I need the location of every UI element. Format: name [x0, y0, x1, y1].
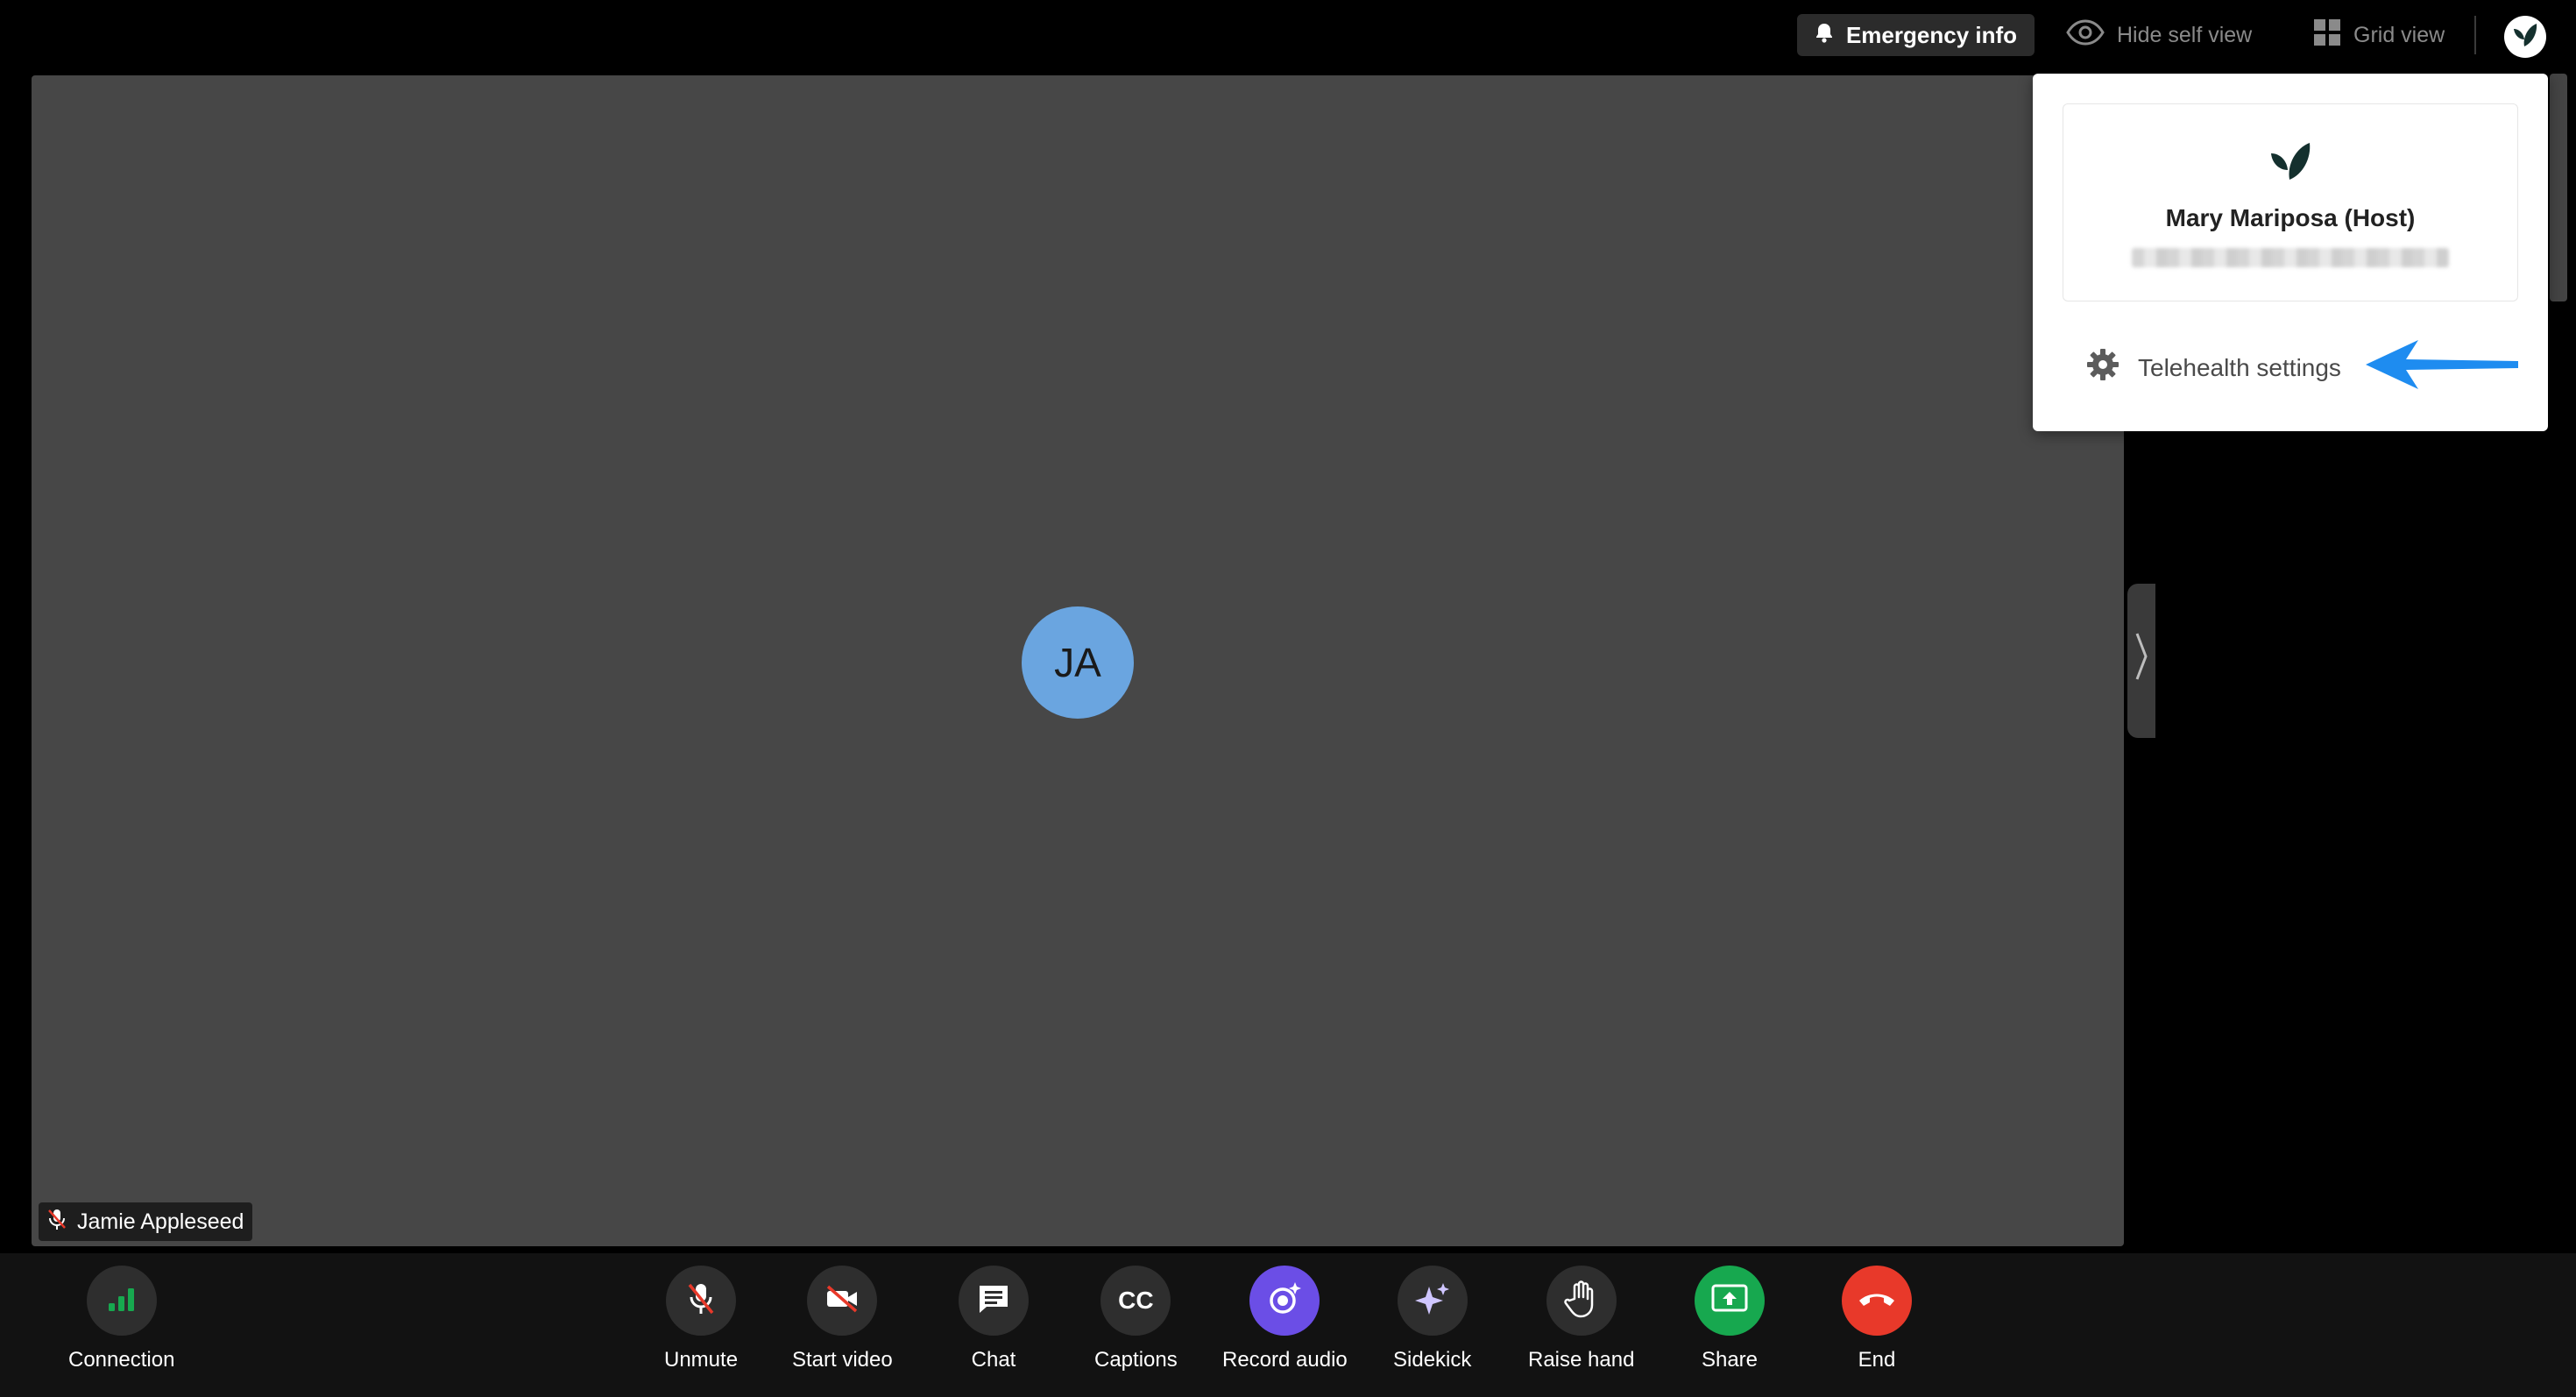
- user-menu-button[interactable]: [2504, 16, 2546, 58]
- unmute-label: Unmute: [664, 1348, 739, 1372]
- participant-name-tag: Jamie Appleseed: [39, 1202, 253, 1241]
- record-audio-label: Record audio: [1222, 1348, 1348, 1372]
- video-off-icon: [824, 1285, 860, 1317]
- unmute-button[interactable]: Unmute: [664, 1266, 738, 1372]
- chevron-right-icon: [2134, 632, 2148, 690]
- record-sparkle-icon: [1265, 1280, 1304, 1323]
- chat-circle: [959, 1266, 1029, 1336]
- telehealth-settings-item[interactable]: Telehealth settings: [2085, 347, 2341, 388]
- sidekick-label: Sidekick: [1393, 1348, 1472, 1372]
- host-name: Mary Mariposa (Host): [2165, 204, 2416, 231]
- muted-mic-icon: [47, 1208, 67, 1237]
- share-circle: [1695, 1266, 1765, 1336]
- record-audio-button[interactable]: Record audio: [1222, 1266, 1348, 1372]
- start-video-circle: [807, 1266, 878, 1336]
- connection-button[interactable]: Connection: [68, 1266, 174, 1372]
- connection-label: Connection: [68, 1348, 175, 1372]
- side-panel-toggle[interactable]: [2127, 584, 2155, 738]
- brand-logo-icon: [2268, 139, 2313, 185]
- sidekick-button[interactable]: Sidekick: [1393, 1266, 1471, 1372]
- captions-label: Captions: [1094, 1348, 1178, 1372]
- chat-bubble-icon: [977, 1282, 1010, 1320]
- share-screen-icon: [1710, 1283, 1749, 1319]
- chat-button[interactable]: Chat: [959, 1266, 1029, 1372]
- eye-icon: [2066, 18, 2105, 52]
- profile-card: Mary Mariposa (Host): [2063, 103, 2518, 301]
- sidekick-circle: [1397, 1266, 1468, 1336]
- sparkle-icon: [1413, 1280, 1452, 1323]
- bell-icon: [1815, 22, 1834, 49]
- end-call-circle: [1842, 1266, 1912, 1336]
- connection-circle: [86, 1266, 157, 1336]
- captions-button[interactable]: CC Captions: [1094, 1266, 1178, 1372]
- participant-name: Jamie Appleseed: [77, 1209, 244, 1234]
- host-email-redacted: [2132, 248, 2449, 267]
- hide-self-view-button[interactable]: Hide self view: [2066, 14, 2252, 56]
- participant-avatar: JA: [1022, 606, 1134, 719]
- chat-label: Chat: [971, 1348, 1016, 1372]
- telehealth-settings-label: Telehealth settings: [2138, 353, 2341, 381]
- record-audio-circle: [1249, 1266, 1320, 1336]
- raise-hand-label: Raise hand: [1528, 1348, 1635, 1372]
- user-menu-dropdown: Mary Mariposa (Host) Telehealth settings: [2033, 74, 2548, 431]
- scrollbar[interactable]: [2550, 74, 2567, 301]
- share-button[interactable]: Share: [1695, 1266, 1765, 1372]
- raise-hand-button[interactable]: Raise hand: [1528, 1266, 1634, 1372]
- captions-icon: CC: [1118, 1287, 1154, 1314]
- raise-hand-circle: [1546, 1266, 1617, 1336]
- emergency-info-button[interactable]: Emergency info: [1797, 14, 2035, 56]
- video-stage: JA Jamie Appleseed: [32, 75, 2124, 1246]
- muted-mic-icon: [687, 1281, 715, 1321]
- hide-self-view-label: Hide self view: [2117, 22, 2253, 47]
- captions-circle: CC: [1100, 1266, 1171, 1336]
- top-bar: Emergency info Hide self view Grid view: [0, 0, 2576, 74]
- start-video-label: Start video: [792, 1348, 893, 1372]
- signal-bars-icon: [107, 1286, 137, 1316]
- emergency-info-label: Emergency info: [1845, 21, 2018, 48]
- grid-view-label: Grid view: [2353, 22, 2445, 47]
- grid-icon: [2313, 18, 2341, 53]
- hang-up-icon: [1857, 1288, 1897, 1314]
- end-call-button[interactable]: End: [1842, 1266, 1912, 1372]
- pointer-arrow-icon: [2364, 337, 2522, 397]
- bottom-toolbar: Connection Unmute Start video Chat CC Ca…: [0, 1253, 2576, 1397]
- top-divider: [2474, 16, 2476, 54]
- unmute-circle: [666, 1266, 737, 1336]
- gear-icon: [2085, 347, 2120, 388]
- brand-logo-icon: [2510, 20, 2540, 54]
- hand-icon: [1563, 1280, 1599, 1323]
- grid-view-button[interactable]: Grid view: [2313, 14, 2445, 56]
- start-video-button[interactable]: Start video: [792, 1266, 893, 1372]
- end-label: End: [1858, 1348, 1896, 1372]
- share-label: Share: [1701, 1348, 1759, 1372]
